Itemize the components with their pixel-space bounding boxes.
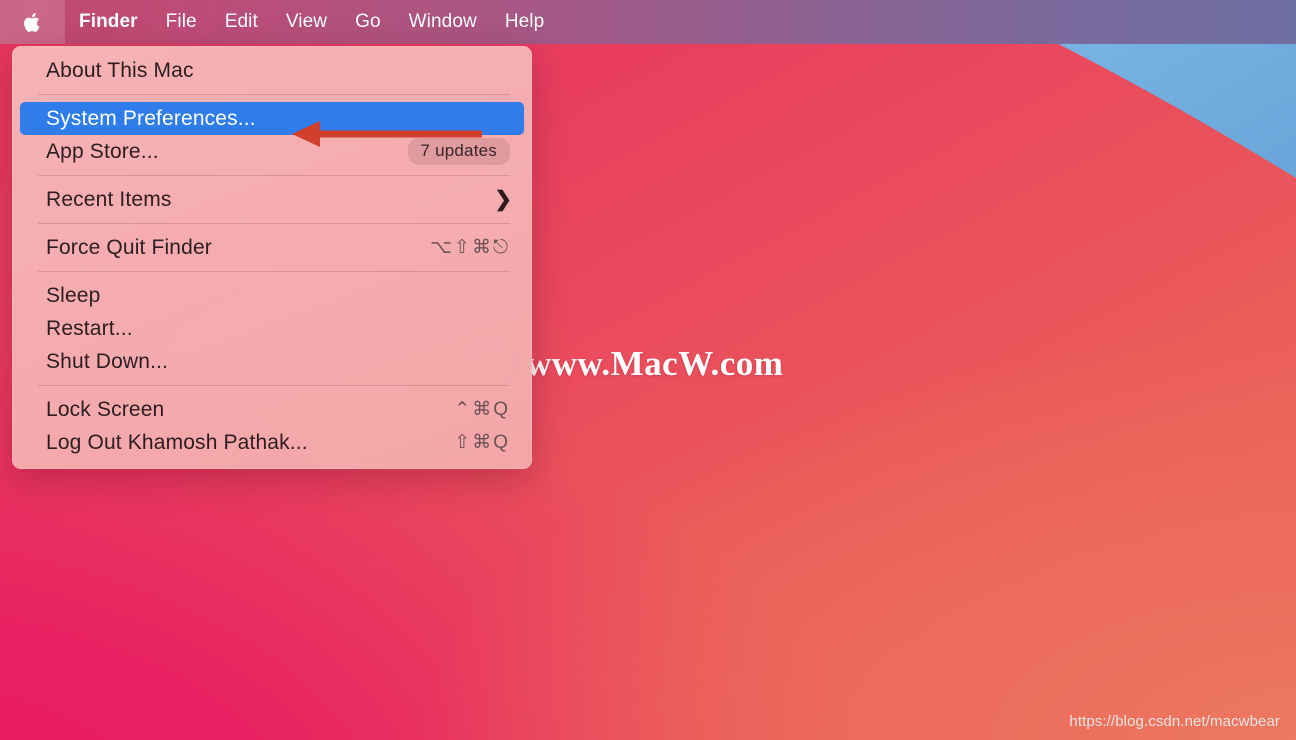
menubar-item-window[interactable]: Window <box>395 0 491 44</box>
menu-item-lock-screen[interactable]: Lock Screen ⌃⌘Q <box>20 393 524 426</box>
menubar-item-go[interactable]: Go <box>341 0 395 44</box>
menubar-item-help[interactable]: Help <box>491 0 558 44</box>
chevron-right-icon: ❯ <box>494 188 512 211</box>
menu-item-label: Sleep <box>46 283 101 307</box>
watermark-text: www.MacW.com <box>526 344 784 383</box>
menu-item-recent-items[interactable]: Recent Items ❯ <box>20 183 524 216</box>
apple-menu-dropdown: About This Mac System Preferences... App S… <box>12 46 532 469</box>
menu-item-system-preferences[interactable]: System Preferences... <box>20 102 524 135</box>
menu-separator <box>38 175 510 176</box>
menu-item-label: Lock Screen <box>46 397 165 421</box>
menu-separator <box>38 385 510 386</box>
menu-item-label: App Store... <box>46 139 159 163</box>
menu-item-label: About This Mac <box>46 58 194 82</box>
menu-separator <box>38 223 510 224</box>
menu-item-label: Shut Down... <box>46 349 169 373</box>
menu-item-label: Force Quit Finder <box>46 235 212 259</box>
menu-item-shortcut: ⌥⇧⌘⎋ <box>430 237 510 258</box>
menu-item-label: System Preferences... <box>46 106 256 130</box>
menu-item-app-store[interactable]: App Store... 7 updates <box>20 135 524 168</box>
wallpaper-blue-region <box>966 0 1296 178</box>
updates-badge: 7 updates <box>407 138 510 165</box>
menu-item-shut-down[interactable]: Shut Down... <box>20 345 524 378</box>
menu-item-about-this-mac[interactable]: About This Mac <box>20 54 524 87</box>
menu-item-label: Restart... <box>46 316 133 340</box>
menu-item-restart[interactable]: Restart... <box>20 312 524 345</box>
menu-item-label: Recent Items <box>46 187 172 211</box>
menubar-item-finder[interactable]: Finder <box>65 0 152 44</box>
menu-bar: Finder File Edit View Go Window Help <box>0 0 1296 44</box>
menu-item-force-quit-finder[interactable]: Force Quit Finder ⌥⇧⌘⎋ <box>20 231 524 264</box>
menu-item-sleep[interactable]: Sleep <box>20 279 524 312</box>
menu-item-log-out[interactable]: Log Out Khamosh Pathak... ⇧⌘Q <box>20 426 524 459</box>
menubar-item-view[interactable]: View <box>272 0 341 44</box>
footer-url-text: https://blog.csdn.net/macwbear <box>1069 713 1280 730</box>
apple-logo-icon <box>24 12 40 32</box>
menubar-item-edit[interactable]: Edit <box>211 0 272 44</box>
menu-item-shortcut: ⌃⌘Q <box>454 399 510 420</box>
menu-item-label: Log Out Khamosh Pathak... <box>46 430 308 454</box>
menubar-item-file[interactable]: File <box>152 0 211 44</box>
apple-menu-button[interactable] <box>0 0 65 44</box>
menu-separator <box>38 94 510 95</box>
menu-item-shortcut: ⇧⌘Q <box>454 432 510 453</box>
menu-separator <box>38 271 510 272</box>
